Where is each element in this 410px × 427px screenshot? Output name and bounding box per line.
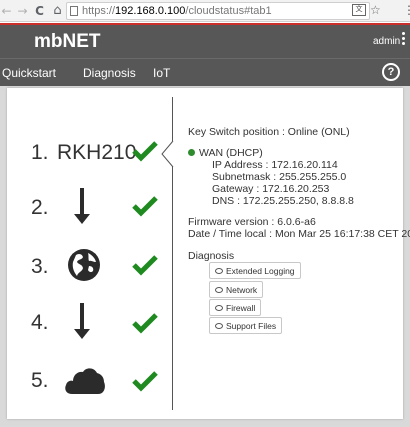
step-number: 3. (31, 255, 49, 278)
firewall-button[interactable]: Firewall (209, 299, 262, 316)
diagnosis-title: Diagnosis (188, 250, 235, 262)
network-button[interactable]: Network (209, 281, 264, 298)
down-arrow-icon (74, 303, 90, 339)
date-time: Date / Time local : Mon Mar 25 16:17:38 … (188, 228, 410, 240)
tab-diagnosis[interactable]: Diagnosis (83, 66, 136, 80)
home-button[interactable]: ⌂ (51, 0, 64, 22)
globe-icon (68, 249, 100, 281)
back-button[interactable]: ← (0, 0, 13, 22)
button-label: Firewall (226, 302, 256, 313)
key-switch-status: Key Switch position : Online (ONL) (188, 126, 350, 138)
browser-menu-icon[interactable]: ⋮ (403, 3, 410, 17)
wan-title: WAN (DHCP) (199, 147, 263, 159)
page-icon (70, 6, 78, 16)
bookmark-star-icon[interactable]: ☆ (370, 3, 381, 17)
translate-icon[interactable]: 文 (352, 4, 366, 16)
app-header: mbNET admin (0, 25, 410, 58)
url-host: 192.168.0.100 (115, 5, 186, 17)
step-4: 4. (31, 302, 171, 342)
wan-status-dot (188, 149, 195, 156)
step-number: 2. (31, 196, 49, 219)
extended-logging-button[interactable]: Extended Logging (209, 262, 301, 279)
step-number: 4. (31, 311, 49, 334)
check-icon (132, 196, 158, 217)
down-arrow-icon (74, 188, 90, 224)
forward-button[interactable]: → (16, 0, 29, 22)
check-icon (132, 141, 158, 162)
step-number: 5. (31, 369, 49, 392)
reload-button[interactable]: C (33, 0, 46, 22)
step-1: 1. RKH210 (31, 136, 171, 176)
button-label: Extended Logging (226, 265, 295, 276)
cloud-icon (65, 368, 105, 394)
button-label: Support Files (226, 320, 277, 331)
app-title: mbNET (34, 31, 101, 52)
ip-address: IP Address : 172.16.20.114 (212, 159, 338, 171)
kebab-menu-icon[interactable] (402, 32, 406, 45)
url-path: /cloudstatus#tab1 (185, 5, 272, 17)
step-number: 1. (31, 141, 49, 164)
device-name: RKH210 (57, 141, 137, 164)
gateway: Gateway : 172.16.20.253 (212, 183, 330, 195)
chat-icon (215, 267, 223, 274)
address-bar[interactable]: https://192.168.0.100/cloudstatus#tab1 (66, 2, 370, 20)
url-scheme: https:// (82, 5, 116, 17)
button-label: Network (226, 284, 258, 295)
chat-icon (215, 286, 223, 293)
check-icon (132, 371, 158, 392)
step-5: 5. (31, 360, 171, 400)
tab-quickstart[interactable]: Quickstart (2, 66, 56, 80)
step-2: 2. (31, 187, 171, 227)
help-icon[interactable]: ? (382, 63, 400, 81)
divider-line (172, 97, 173, 141)
tab-iot[interactable]: IoT (153, 66, 170, 80)
chat-icon (215, 322, 223, 329)
chat-icon (215, 304, 223, 311)
divider-line (172, 166, 173, 410)
address-bar-actions: 文 ☆ (352, 3, 381, 17)
user-link[interactable]: admin (373, 36, 400, 47)
firmware-version: Firmware version : 6.0.6-a6 (188, 216, 316, 228)
tab-bar: Quickstart Diagnosis IoT ? (0, 58, 410, 86)
dns: DNS : 172.25.255.250, 8.8.8.8 (212, 195, 354, 207)
step-3: 3. (31, 246, 171, 286)
support-files-button[interactable]: Support Files (209, 317, 283, 334)
check-icon (132, 255, 158, 276)
subnet-mask: Subnetmask : 255.255.255.0 (212, 171, 347, 183)
check-icon (132, 313, 158, 334)
